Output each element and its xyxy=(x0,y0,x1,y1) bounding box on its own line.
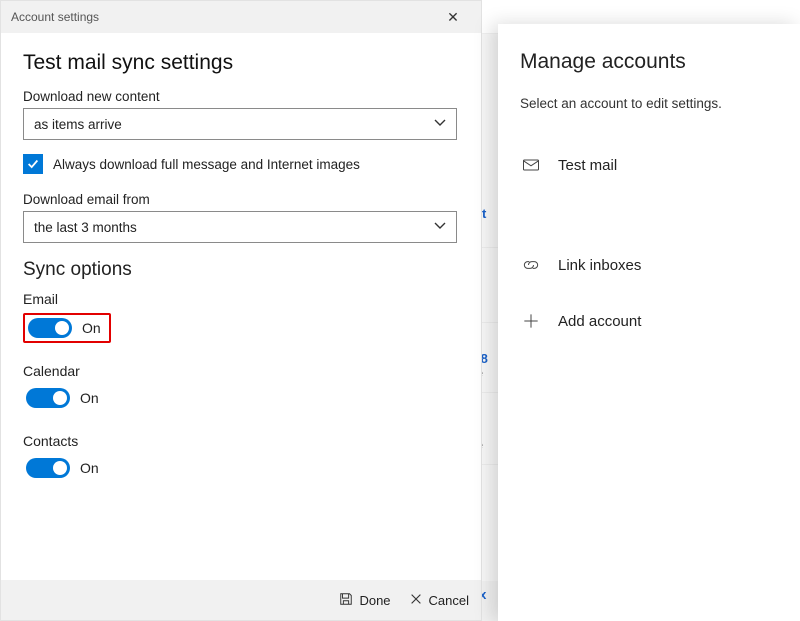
account-item-label: Test mail xyxy=(558,157,617,174)
always-download-checkbox[interactable]: Always download full message and Interne… xyxy=(23,154,459,174)
email-toggle-state: On xyxy=(82,320,101,336)
checkmark-icon xyxy=(23,154,43,174)
close-icon xyxy=(409,592,423,609)
add-account-label: Add account xyxy=(558,313,641,330)
calendar-toggle-label: Calendar xyxy=(23,363,459,379)
download-from-select[interactable]: the last 3 months xyxy=(23,211,457,243)
toggle-on-icon xyxy=(26,458,70,478)
dialog-footer: Done Cancel xyxy=(1,580,481,620)
always-download-label: Always download full message and Interne… xyxy=(53,157,360,172)
manage-accounts-title: Manage accounts xyxy=(520,50,778,74)
manage-accounts-subtitle: Select an account to edit settings. xyxy=(520,96,778,111)
cancel-label: Cancel xyxy=(429,593,469,608)
calendar-toggle[interactable]: On xyxy=(23,385,107,411)
dialog-titlebar: Account settings ✕ xyxy=(1,1,481,33)
link-icon xyxy=(520,255,542,275)
plus-icon xyxy=(520,311,542,331)
toggle-on-icon xyxy=(28,318,72,338)
cancel-button[interactable]: Cancel xyxy=(409,592,469,609)
close-button[interactable]: ✕ xyxy=(431,3,475,31)
download-content-value: as items arrive xyxy=(34,117,434,132)
page-title: Test mail sync settings xyxy=(23,51,459,75)
link-inboxes-label: Link inboxes xyxy=(558,257,641,274)
manage-accounts-panel: Manage accounts Select an account to edi… xyxy=(498,24,800,621)
contacts-toggle-label: Contacts xyxy=(23,433,459,449)
sync-options-heading: Sync options xyxy=(23,259,459,281)
email-toggle[interactable]: On xyxy=(23,313,111,343)
done-button[interactable]: Done xyxy=(339,592,390,609)
contacts-toggle[interactable]: On xyxy=(23,455,107,481)
email-toggle-label: Email xyxy=(23,291,459,307)
done-label: Done xyxy=(359,593,390,608)
account-item-test-mail[interactable]: Test mail xyxy=(520,137,778,193)
download-content-label: Download new content xyxy=(23,89,459,104)
save-icon xyxy=(339,592,353,609)
toggle-on-icon xyxy=(26,388,70,408)
mail-icon xyxy=(520,155,542,175)
link-inboxes-item[interactable]: Link inboxes xyxy=(520,237,778,293)
download-from-label: Download email from xyxy=(23,192,459,207)
contacts-toggle-state: On xyxy=(80,460,99,476)
chevron-down-icon xyxy=(434,220,446,235)
download-from-value: the last 3 months xyxy=(34,220,434,235)
download-content-select[interactable]: as items arrive xyxy=(23,108,457,140)
dialog-title: Account settings xyxy=(11,10,99,24)
chevron-down-icon xyxy=(434,117,446,132)
close-icon: ✕ xyxy=(447,9,459,26)
account-settings-dialog: Account settings ✕ Test mail sync settin… xyxy=(0,0,482,621)
add-account-item[interactable]: Add account xyxy=(520,293,778,349)
calendar-toggle-state: On xyxy=(80,390,99,406)
